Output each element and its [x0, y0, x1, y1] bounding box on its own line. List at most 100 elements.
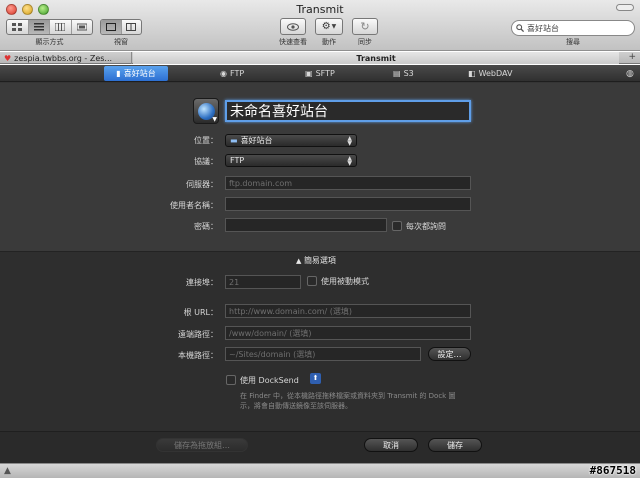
view-mode-label: 顯示方式: [35, 38, 64, 46]
window-mode-segmented-control: [100, 19, 142, 35]
password-label: 密碼：: [194, 222, 218, 231]
tab-s3[interactable]: ▤ S3: [393, 66, 414, 81]
server-label: 伺服器：: [186, 180, 218, 189]
search-label: 搜尋: [566, 38, 580, 46]
dual-pane-button[interactable]: [122, 20, 142, 34]
docksend-help-text: 在 Finder 中，從本機路徑拖移檔案或資料夾到 Transmit 的 Doc…: [240, 391, 480, 411]
docksend-label: 使用 DockSend: [240, 376, 299, 385]
icon-view-button[interactable]: [7, 20, 29, 34]
triangle-up-icon: ▲: [4, 466, 11, 476]
protocol-tab-label: SFTP: [315, 69, 335, 78]
ftp-icon: ◉: [220, 69, 227, 78]
tab-label: zespia.twbbs.org - Zes...: [14, 53, 113, 63]
sync-label: 同步: [358, 38, 372, 46]
bookmark-icon: ▮: [116, 69, 121, 78]
location-label: 位置：: [194, 136, 218, 145]
docksend-icon: ⬆: [310, 373, 321, 384]
site-name-field[interactable]: 未命名喜好站台: [225, 100, 471, 122]
advanced-toggle-label: 簡易選項: [303, 256, 336, 265]
server-field[interactable]: ftp.domain.com: [225, 176, 471, 190]
local-path-settings-button[interactable]: 設定…: [428, 347, 471, 361]
location-popup[interactable]: ▬ 喜好站台 ▲ ▼: [225, 134, 357, 147]
single-pane-icon: [105, 23, 116, 31]
sync-icon: ↻: [360, 20, 370, 33]
protocol-popup[interactable]: FTP ▲ ▼: [225, 154, 357, 167]
advanced-toggle[interactable]: ▲ 簡易選項: [296, 255, 336, 266]
chevron-down-icon: ▼: [331, 23, 337, 30]
passive-mode-label: 使用被動模式: [321, 277, 369, 286]
passive-mode-checkbox[interactable]: [307, 276, 317, 286]
root-url-label: 根 URL：: [183, 308, 218, 317]
save-as-droplet-button[interactable]: 儲存為拖放組…: [156, 438, 248, 452]
list-icon: [33, 23, 44, 31]
remote-path-field[interactable]: /www/domain/ (選填): [225, 326, 471, 340]
tab-sftp[interactable]: ▣ SFTP: [305, 66, 335, 81]
username-label: 使用者名稱：: [170, 201, 218, 210]
docksend-checkbox[interactable]: [226, 375, 236, 385]
s3-icon: ▤: [393, 69, 401, 78]
tab-zespia[interactable]: ♥ zespia.twbbs.org - Zes...: [0, 52, 132, 64]
local-path-label: 本機路徑：: [178, 351, 218, 360]
sync-button[interactable]: ↻: [352, 18, 378, 35]
protocol-tab-label: FTP: [229, 69, 245, 78]
single-pane-button[interactable]: [101, 20, 122, 34]
remote-path-label: 遠端路徑：: [178, 330, 218, 339]
disclosure-up-icon: ▲: [296, 257, 302, 265]
view-mode-segmented-control: [6, 19, 93, 35]
popup-arrows-icon: ▲ ▼: [347, 155, 352, 167]
action-menu-button[interactable]: ⚙ ▼: [315, 18, 343, 35]
dual-pane-icon: [126, 23, 137, 31]
site-icon-picker[interactable]: ▼: [193, 98, 219, 124]
protocol-tab-label: S3: [403, 69, 414, 78]
search-input[interactable]: [527, 23, 627, 33]
username-field[interactable]: [225, 197, 471, 211]
docksend-help-line: 示，將會自動傳送鏡像至該伺服器。: [240, 402, 352, 410]
search-icon: [516, 24, 524, 32]
chevron-down-icon: ▼: [212, 116, 217, 123]
favorite-editor-panel: ▮ 喜好站台 ◉ FTP ▣ SFTP ▤ S3 ◧ WebDAV ◍ ▼ 未命…: [0, 65, 640, 463]
docksend-help-line: 在 Finder 中，從本機路徑拖移檔案或資料夾到 Transmit 的 Doc…: [240, 392, 456, 400]
list-view-button[interactable]: [28, 20, 50, 34]
tab-favorites[interactable]: ▮ 喜好站台: [104, 66, 168, 81]
globe-button[interactable]: ◍: [626, 66, 634, 81]
coverflow-icon: [76, 23, 87, 31]
port-label: 連接埠：: [186, 278, 218, 287]
protocol-value: FTP: [230, 156, 245, 165]
port-field[interactable]: 21: [225, 275, 301, 289]
eye-icon: [287, 22, 299, 31]
lock-icon: ▣: [305, 69, 313, 78]
tab-bar: ♥ zespia.twbbs.org - Zes... Transmit +: [0, 52, 640, 64]
coverflow-view-button[interactable]: [72, 20, 93, 34]
webdav-icon: ◧: [468, 69, 476, 78]
always-ask-label: 每次都詢問: [406, 222, 446, 231]
search-field[interactable]: [511, 20, 635, 36]
columns-icon: [55, 23, 66, 31]
add-tab-button[interactable]: +: [628, 52, 636, 62]
cancel-button[interactable]: 取消: [364, 438, 418, 452]
tab-ftp[interactable]: ◉ FTP: [220, 66, 244, 81]
protocol-label: 協議：: [194, 157, 218, 166]
always-ask-checkbox[interactable]: [392, 221, 402, 231]
local-path-field[interactable]: ~/Sites/domain (選填): [225, 347, 421, 361]
window-toolbar: Transmit 顯示方式 視窗 快速查看 ⚙ ▼ 動作 ↻ 同步 喜好站台 搜…: [0, 0, 640, 51]
toolbar-toggle-button[interactable]: [616, 4, 634, 11]
tab-label: Transmit: [356, 53, 396, 63]
popup-arrows-icon: ▲ ▼: [347, 135, 352, 147]
globe-icon: ◍: [626, 68, 634, 79]
quicklook-label: 快速查看: [279, 38, 307, 46]
watermark: #867518: [589, 464, 636, 477]
location-value: 喜好站台: [240, 136, 273, 145]
folder-icon: ▬: [230, 136, 238, 145]
tab-transmit[interactable]: Transmit: [133, 52, 619, 64]
quicklook-button[interactable]: [280, 18, 306, 35]
root-url-field[interactable]: http://www.domain.com/ (選填): [225, 304, 471, 318]
heart-icon: ♥: [4, 53, 12, 63]
gear-icon: ⚙: [321, 21, 331, 32]
password-field[interactable]: [225, 218, 387, 232]
save-button[interactable]: 儲存: [428, 438, 482, 452]
protocol-tab-label: WebDAV: [478, 69, 513, 78]
tab-webdav[interactable]: ◧ WebDAV: [468, 66, 512, 81]
plus-icon: +: [628, 52, 636, 62]
protocol-tab-label: 喜好站台: [123, 69, 156, 78]
column-view-button[interactable]: [50, 20, 72, 34]
